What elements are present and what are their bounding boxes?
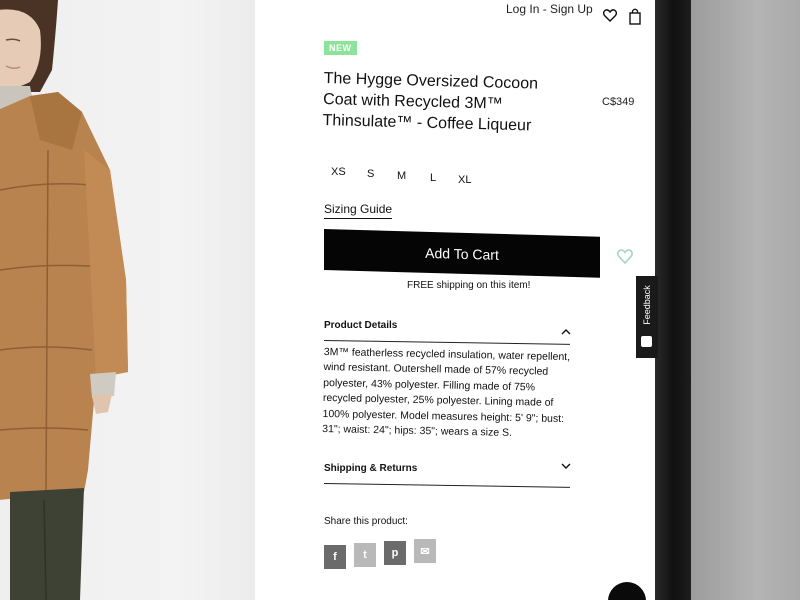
- share-label: Share this product:: [324, 516, 408, 527]
- device-frame-edge: [655, 0, 691, 600]
- email-icon: ✉: [420, 545, 430, 558]
- pinterest-icon: p: [391, 547, 399, 559]
- facebook-share-button[interactable]: f: [324, 545, 346, 569]
- add-to-cart-button[interactable]: Add To Cart: [324, 229, 600, 278]
- twitter-share-button[interactable]: t: [354, 543, 376, 567]
- heart-icon[interactable]: [602, 9, 618, 27]
- shipping-divider: [323, 483, 570, 488]
- email-share-button[interactable]: ✉: [414, 539, 436, 563]
- feedback-label: Feedback: [642, 285, 652, 325]
- chevron-up-icon[interactable]: [561, 322, 571, 340]
- chat-button[interactable]: [608, 582, 646, 600]
- twitter-icon: t: [363, 549, 367, 561]
- product-photo: [0, 0, 255, 600]
- size-option-l[interactable]: L: [430, 172, 436, 184]
- new-badge: NEW: [324, 41, 357, 55]
- backdrop: [691, 0, 800, 600]
- shipping-returns-header[interactable]: Shipping & Returns: [324, 463, 570, 474]
- product-title: The Hygge Oversized Cocoon Coat with Rec…: [322, 69, 539, 135]
- pinterest-share-button[interactable]: p: [384, 541, 406, 565]
- sizing-guide-link[interactable]: Sizing Guide: [324, 202, 393, 219]
- product-details-text: 3M™ featherless recycled insulation, wat…: [322, 345, 571, 439]
- login-signup-link[interactable]: Log In - Sign Up: [506, 2, 593, 16]
- size-option-m[interactable]: M: [397, 170, 406, 182]
- product-details-header[interactable]: Product Details: [324, 320, 570, 331]
- size-option-xl[interactable]: XL: [458, 174, 471, 186]
- feedback-tab[interactable]: Feedback: [636, 276, 658, 358]
- shopping-bag-icon[interactable]: [629, 8, 641, 30]
- add-to-cart-label: Add To Cart: [425, 244, 499, 263]
- product-price: C$349: [602, 96, 635, 108]
- wishlist-heart-icon[interactable]: [617, 249, 633, 269]
- product-panel: Log In - Sign Up NEW The Hygge Oversized…: [255, 0, 655, 600]
- size-option-s[interactable]: S: [367, 168, 374, 180]
- top-bar: Log In - Sign Up: [255, 0, 655, 26]
- details-divider: [323, 340, 570, 345]
- free-shipping-note: FREE shipping on this item!: [407, 280, 531, 291]
- chevron-down-icon[interactable]: [561, 457, 571, 475]
- feedback-icon: [641, 336, 652, 347]
- size-option-xs[interactable]: XS: [331, 166, 346, 178]
- facebook-icon: f: [333, 551, 337, 563]
